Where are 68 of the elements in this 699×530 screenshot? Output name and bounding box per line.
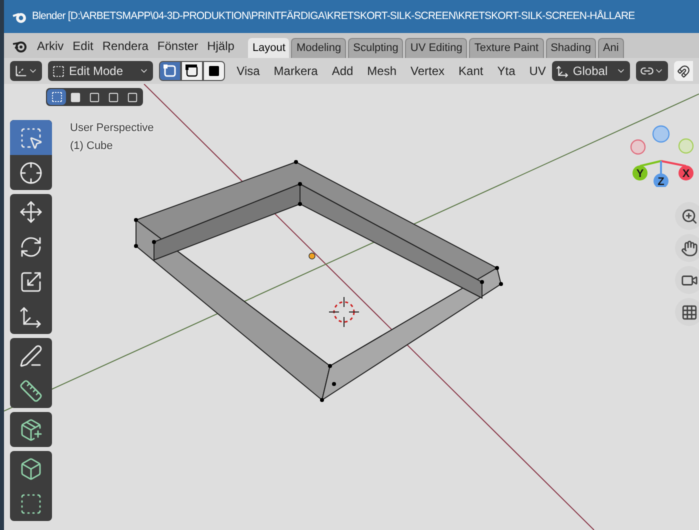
mode-icon — [52, 64, 65, 78]
header-menu-item[interactable]: Add — [332, 62, 354, 80]
object-info: (1) Cube — [70, 139, 113, 154]
hand-icon — [680, 240, 698, 256]
axis-bubble[interactable]: Z — [654, 174, 668, 187]
3d-cursor-icon — [328, 296, 360, 328]
mode-dropdown[interactable]: Edit Mode — [48, 61, 153, 81]
select-box-icon — [19, 126, 43, 150]
origin-point — [308, 252, 316, 260]
select-mode-button[interactable] — [202, 61, 225, 81]
view-name: User Perspective — [70, 121, 154, 136]
workspace-tab[interactable]: Sculpting — [348, 38, 404, 58]
square-icon — [89, 92, 100, 102]
menu-item[interactable]: Hjälp — [207, 36, 234, 54]
workspace-tab[interactable]: Shading — [546, 38, 596, 58]
scale-icon — [19, 270, 43, 294]
grid-icon — [680, 304, 698, 320]
header-menu-item[interactable]: Visa — [236, 62, 260, 80]
magnet-icon — [677, 64, 690, 78]
tool-button[interactable] — [10, 120, 52, 155]
cursor-icon — [19, 160, 43, 184]
snap-button[interactable] — [674, 61, 693, 81]
face-mode-icon — [206, 64, 221, 78]
window-title: Blender [D:\ARBETSMAPP\04-3D-PRODUKTION\PRINTFÄRDIGA\KRETSKORT-SILK-SCREEN\KRETSKORT-SILK-SCREEN-HÅLLARE — [32, 8, 635, 24]
nav-button[interactable] — [675, 234, 699, 262]
workspace-tab[interactable]: Layout — [248, 38, 290, 58]
header-menu-item[interactable]: Kant — [458, 62, 484, 80]
zoom-icon — [680, 208, 698, 224]
workspace-tab[interactable]: Modeling — [291, 38, 346, 58]
edge-mode-icon — [184, 64, 199, 78]
rotate-icon — [19, 234, 43, 258]
vertex-mode-icon — [162, 64, 177, 78]
menu-item[interactable]: Fönster — [157, 36, 198, 54]
box-select-mode-button[interactable] — [47, 89, 66, 105]
orientation-dropdown[interactable]: Global — [552, 61, 630, 81]
header-menu-item[interactable]: Mesh — [367, 62, 397, 80]
select-mode-button[interactable] — [180, 61, 203, 81]
nav-button[interactable] — [675, 202, 699, 230]
header-menu-item[interactable]: Vertex — [410, 62, 445, 80]
select-mode-button[interactable] — [158, 61, 181, 81]
move-icon — [19, 200, 43, 224]
cube-plus-icon — [19, 418, 43, 442]
axis-gizmo[interactable]: Y X Z — [618, 121, 698, 187]
axis-bubble[interactable]: X — [678, 166, 694, 180]
workspace-tab[interactable]: Ani — [598, 38, 624, 58]
pivot-dropdown[interactable] — [636, 61, 668, 81]
pencil-icon — [19, 344, 43, 368]
dashed-square-icon — [50, 91, 62, 103]
nav-button[interactable] — [675, 298, 699, 326]
header-menu-item[interactable]: Markera — [274, 62, 318, 80]
square-icon — [70, 92, 81, 102]
workspace-tab[interactable]: Texture Paint — [469, 38, 544, 58]
workspace-tab[interactable]: UV Editing — [405, 38, 468, 58]
axis-bubble[interactable]: Y — [632, 166, 648, 180]
menu-item[interactable]: Edit — [72, 36, 94, 54]
square-icon — [108, 92, 119, 102]
menu-item[interactable]: Rendera — [102, 36, 148, 54]
menu-item[interactable]: Arkiv — [37, 36, 64, 54]
nav-button[interactable] — [675, 266, 699, 294]
orientation-icon — [556, 64, 569, 78]
header-menu-item[interactable]: UV — [529, 62, 546, 80]
editor-type-dropdown[interactable] — [10, 61, 42, 81]
ruler-icon — [19, 378, 43, 402]
transform-icon — [19, 304, 43, 328]
header-menu-item[interactable]: Yta — [497, 62, 516, 80]
blender-logo-icon[interactable] — [12, 38, 28, 52]
axis-icon — [14, 64, 28, 78]
square-icon — [127, 92, 138, 102]
